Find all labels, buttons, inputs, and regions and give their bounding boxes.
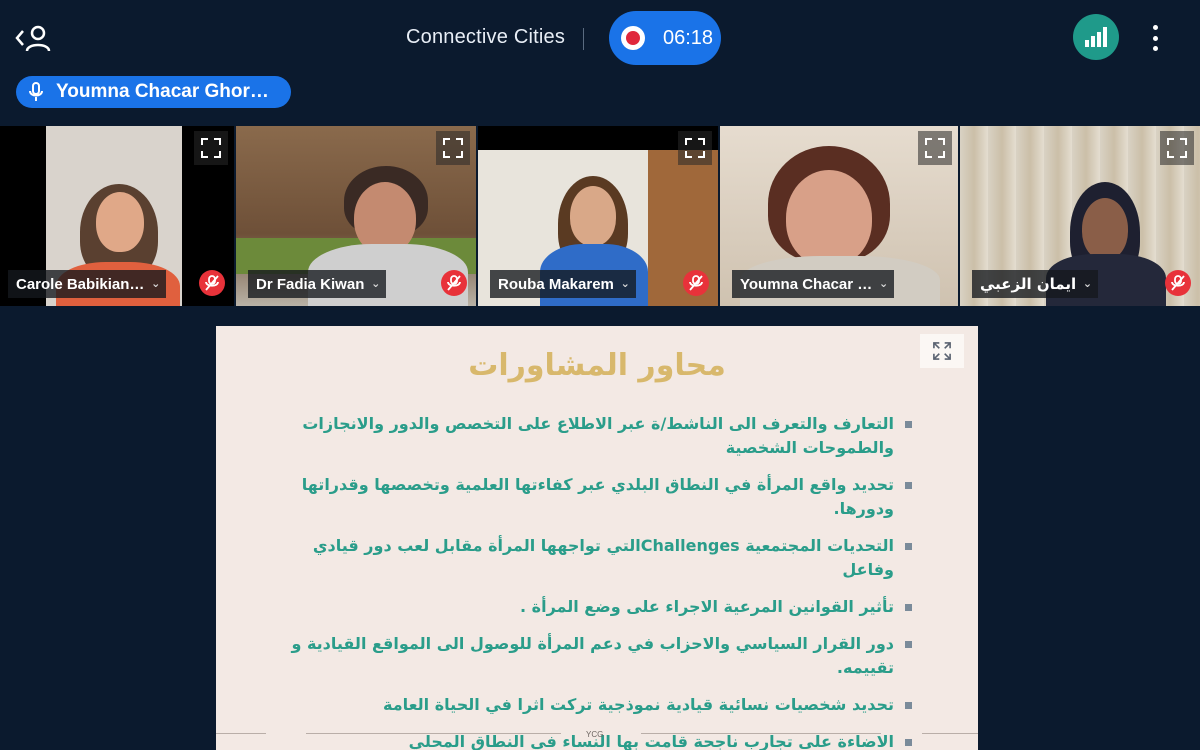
- slide-footer-text: YCG: [586, 730, 604, 739]
- chevron-down-icon: ⌄: [371, 278, 381, 290]
- expand-icon: [685, 138, 705, 158]
- slide-bullet: التعارف والتعرف الى الناشط/ة عبر الاطلاع…: [282, 412, 912, 460]
- expand-icon: [1167, 138, 1187, 158]
- participant-tile-active[interactable]: Youmna Chacar … ⌄: [720, 126, 958, 306]
- back-participants-icon: [15, 25, 51, 52]
- slide-bullet: تحديد شخصيات نسائية قيادية نموذجية تركت …: [282, 693, 912, 717]
- back-participants-button[interactable]: [14, 22, 54, 54]
- participant-tile[interactable]: Dr Fadia Kiwan ⌄: [236, 126, 476, 306]
- expand-icon: [925, 138, 945, 158]
- expand-button[interactable]: [1160, 131, 1194, 165]
- top-bar: Connective Cities 06:18: [0, 0, 1200, 76]
- muted-mic-icon: [1165, 270, 1191, 296]
- participant-tile[interactable]: Rouba Makarem ⌄: [478, 126, 718, 306]
- participant-tile[interactable]: Carole Babikian… ⌄: [0, 126, 234, 306]
- participant-name-label[interactable]: Dr Fadia Kiwan ⌄: [248, 270, 387, 298]
- slide-bullet: تأثير القوانين المرعية الاجراء على وضع ا…: [282, 595, 912, 619]
- participant-name-label[interactable]: Carole Babikian… ⌄: [8, 270, 167, 298]
- slide-footer-line: [216, 733, 266, 734]
- connection-signal-button[interactable]: [1073, 14, 1119, 60]
- expand-icon: [201, 138, 221, 158]
- chevron-down-icon: ⌄: [620, 278, 630, 290]
- recording-time: 06:18: [663, 26, 714, 49]
- record-icon: [621, 26, 645, 50]
- shared-slide: محاور المشاورات التعارف والتعرف الى النا…: [216, 326, 978, 750]
- slide-footer-line: [922, 733, 978, 734]
- slide-footer-line: [641, 733, 881, 734]
- participant-name-label[interactable]: Rouba Makarem ⌄: [490, 270, 636, 298]
- slide-title: محاور المشاورات: [468, 348, 726, 383]
- slide-footer-line: [306, 733, 561, 734]
- participant-name: Dr Fadia Kiwan: [256, 275, 365, 293]
- muted-mic-icon: [683, 270, 709, 296]
- participant-name: Carole Babikian…: [16, 275, 145, 293]
- signal-icon: [1085, 27, 1107, 47]
- expand-button[interactable]: [678, 131, 712, 165]
- slide-bullet: تحديد واقع المرأة في النطاق البلدي عبر ك…: [282, 473, 912, 521]
- expand-button[interactable]: [194, 131, 228, 165]
- chevron-down-icon: ⌄: [151, 278, 161, 290]
- expand-button[interactable]: [918, 131, 952, 165]
- slide-bullet-list: التعارف والتعرف الى الناشط/ة عبر الاطلاع…: [282, 412, 912, 750]
- active-speaker-name: Youmna Chacar Ghor…: [56, 81, 269, 102]
- expand-button[interactable]: [436, 131, 470, 165]
- muted-mic-icon: [199, 270, 225, 296]
- microphone-icon: [27, 82, 45, 102]
- recording-indicator[interactable]: 06:18: [609, 11, 721, 65]
- muted-mic-icon: [441, 270, 467, 296]
- chevron-down-icon: ⌄: [1082, 277, 1093, 290]
- slide-bullet: دور القرار السياسي والاحزاب في دعم المرأ…: [282, 632, 912, 680]
- more-icon: [1152, 25, 1158, 30]
- participant-name: Youmna Chacar …: [740, 275, 873, 293]
- participant-name: Rouba Makarem: [498, 275, 614, 293]
- participant-tile[interactable]: ايمان الزعبي ⌄: [960, 126, 1200, 306]
- expand-icon: [443, 138, 463, 158]
- participant-video-strip: Carole Babikian… ⌄ Dr Fadia Kiwan ⌄ Roub…: [0, 126, 1200, 306]
- meeting-title: Connective Cities: [406, 26, 566, 48]
- chevron-down-icon: ⌄: [879, 278, 889, 290]
- more-options-button[interactable]: [1142, 22, 1168, 54]
- title-divider: [583, 28, 584, 50]
- participant-name: ايمان الزعبي: [980, 275, 1077, 293]
- participant-name-label[interactable]: Youmna Chacar … ⌄: [732, 270, 895, 298]
- active-speaker-pill[interactable]: Youmna Chacar Ghor…: [16, 76, 291, 108]
- participant-name-label[interactable]: ايمان الزعبي ⌄: [972, 270, 1099, 298]
- slide-bullet: التحديات المجتمعية Challengesالتي تواجهه…: [282, 534, 912, 582]
